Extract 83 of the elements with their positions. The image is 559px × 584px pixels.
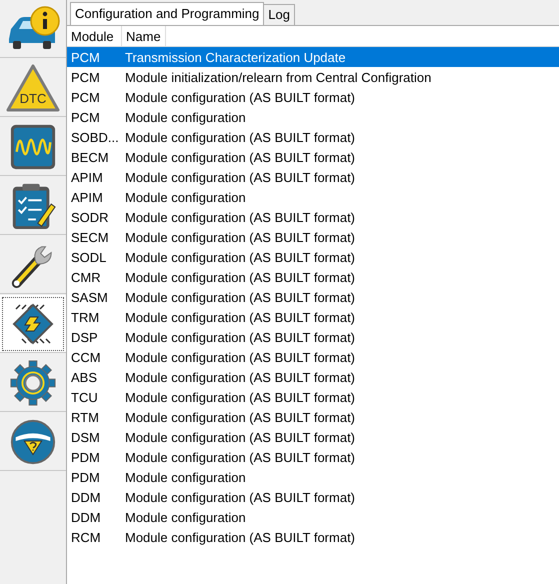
table-cell-text: DSM	[70, 430, 101, 444]
table-cell-text: APIM	[70, 190, 104, 204]
table-cell-text: TCU	[70, 390, 99, 404]
table-row[interactable]: CMR Module configuration (AS BUILT format)	[67, 267, 559, 287]
table-row[interactable]: DDM Module configuration (AS BUILT format)	[67, 487, 559, 507]
table-cell-text: Module configuration (AS BUILT format)	[124, 310, 356, 324]
table-cell-text: PCM	[70, 50, 101, 64]
table-cell-text: Module configuration	[124, 470, 247, 484]
table-row[interactable]: PCM Module configuration (AS BUILT format)	[67, 87, 559, 107]
table-row[interactable]: SOBD... Module configuration (AS BUILT format)	[67, 127, 559, 147]
table-row[interactable]: APIM Module configuration (AS BUILT format)	[67, 167, 559, 187]
table-cell-text: Module configuration (AS BUILT format)	[124, 430, 356, 444]
table-row[interactable]: PDM Module configuration (AS BUILT format)	[67, 447, 559, 467]
table-row[interactable]: SECM Module configuration (AS BUILT format)	[67, 227, 559, 247]
table-cell-text: Module configuration	[124, 110, 247, 124]
table-row[interactable]: DSM Module configuration (AS BUILT format)	[67, 427, 559, 447]
table-row[interactable]: BECM Module configuration (AS BUILT format)	[67, 147, 559, 167]
table-cell-text: PCM	[70, 70, 101, 84]
column-header[interactable]: Name	[122, 26, 166, 46]
table-cell-text: Module configuration (AS BUILT format)	[124, 330, 356, 344]
column-header[interactable]: Module	[67, 26, 122, 46]
table-row[interactable]: TRM Module configuration (AS BUILT format)	[67, 307, 559, 327]
table-cell-text: SECM	[70, 230, 110, 244]
table-cell-text: PCM	[70, 110, 101, 124]
table-cell-text: Module configuration (AS BUILT format)	[124, 270, 356, 284]
table-cell-text: Module configuration (AS BUILT format)	[124, 530, 356, 544]
table-cell-text: SODL	[70, 250, 108, 264]
table-row[interactable]: CCM Module configuration (AS BUILT format)	[67, 347, 559, 367]
table-row[interactable]: SASM Module configuration (AS BUILT format)	[67, 287, 559, 307]
table-row[interactable]: DSP Module configuration (AS BUILT format)	[67, 327, 559, 347]
gear-icon	[9, 358, 57, 406]
table-cell-text: Module configuration (AS BUILT format)	[124, 250, 356, 264]
table-cell-text: Module initialization/relearn from Central Configration	[124, 70, 432, 84]
table-cell-text: SASM	[70, 290, 109, 304]
table-cell-text: Module configuration (AS BUILT format)	[124, 90, 356, 104]
table-cell-text: Module configuration	[124, 190, 247, 204]
table-cell-text: APIM	[70, 170, 104, 184]
table-row[interactable]: PCM Module initialization/relearn from Central Configration	[67, 67, 559, 87]
table-row[interactable]: ABS Module configuration (AS BUILT format)	[67, 367, 559, 387]
table-cell-text: CCM	[70, 350, 102, 364]
table-cell-text: Module configuration (AS BUILT format)	[124, 170, 356, 184]
table-cell-text: Module configuration (AS BUILT format)	[124, 230, 356, 244]
table-row[interactable]: PDM Module configuration	[67, 467, 559, 487]
table-row[interactable]: RCM Module configuration (AS BUILT format)	[67, 527, 559, 547]
table-row[interactable]: PCM Module configuration	[67, 107, 559, 127]
table-cell-text: DDM	[70, 490, 102, 504]
table-cell-text: SOBD...	[70, 130, 120, 144]
oscilloscope-icon	[9, 122, 57, 170]
table-row[interactable]: RTM Module configuration (AS BUILT format)	[67, 407, 559, 427]
table-cell-text: Module configuration (AS BUILT format)	[124, 290, 356, 304]
table-cell-text: PDM	[70, 450, 101, 464]
table-cell-text: Module configuration (AS BUILT format)	[124, 350, 356, 364]
tab[interactable]: Log	[263, 4, 295, 25]
table-cell-text: CMR	[70, 270, 102, 284]
table-cell-text: Module configuration (AS BUILT format)	[124, 130, 356, 144]
table-cell-text: DSP	[70, 330, 99, 344]
table-cell-text: Module configuration (AS BUILT format)	[124, 210, 356, 224]
table-cell-text: Module configuration (AS BUILT format)	[124, 450, 356, 464]
table-cell-text: RTM	[70, 410, 100, 424]
table-cell-text: PCM	[70, 90, 101, 104]
table-cell-text: Module configuration (AS BUILT format)	[124, 150, 356, 164]
steering-wheel-help-icon	[9, 418, 57, 466]
table-row[interactable]: TCU Module configuration (AS BUILT format)	[67, 387, 559, 407]
table-cell-text: ABS	[70, 370, 98, 384]
table-cell-text: Module configuration (AS BUILT format)	[124, 410, 356, 424]
table-cell-text: Module configuration	[124, 510, 247, 524]
table-cell-text: PDM	[70, 470, 101, 484]
table-row[interactable]: SODL Module configuration (AS BUILT format)	[67, 247, 559, 267]
table-cell-text: Module configuration (AS BUILT format)	[124, 390, 356, 404]
sidebar-button[interactable]	[0, 295, 66, 353]
table-row[interactable]: DDM Module configuration	[67, 507, 559, 527]
table-cell-text: TRM	[70, 310, 100, 324]
table-cell-text: BECM	[70, 150, 110, 164]
table-row[interactable]: SODR Module configuration (AS BUILT format)	[67, 207, 559, 227]
table-cell-text: RCM	[70, 530, 102, 544]
table-row[interactable]: PCM Transmission Characterization Update	[67, 47, 559, 67]
table-cell-text: Module configuration (AS BUILT format)	[124, 370, 356, 384]
table-cell-text: DDM	[70, 510, 102, 524]
table-row[interactable]: APIM Module configuration	[67, 187, 559, 207]
tab[interactable]: Configuration and Programming	[70, 2, 264, 25]
table-cell-text: Module configuration (AS BUILT format)	[124, 490, 356, 504]
table-cell-text: SODR	[70, 210, 110, 224]
table-cell-text: Transmission Characterization Update	[124, 50, 347, 64]
